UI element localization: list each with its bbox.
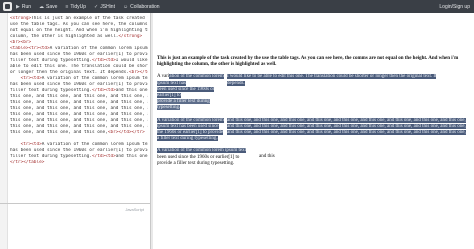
- pane-label: JavaScript: [125, 207, 144, 212]
- users-icon: ☺: [122, 3, 129, 10]
- collaboration-button[interactable]: ☺ Collaboration: [123, 0, 160, 13]
- play-icon: ▶: [16, 3, 20, 10]
- editor-gutter: [0, 13, 8, 203]
- app-logo-icon[interactable]: [3, 2, 12, 11]
- table-row-2: A variation of the common lorem ipsum te…: [157, 117, 467, 143]
- jshint-button[interactable]: ✓ JSHint: [94, 0, 115, 13]
- tidy-button[interactable]: ≡ TidyUp: [65, 0, 86, 13]
- intro-text: This is just an example of the task crea…: [157, 56, 459, 68]
- code-line[interactable]: [10, 196, 148, 202]
- table-row-3: A variation of the common lorem ipsum te…: [157, 148, 467, 167]
- result-content: This is just an example of the task crea…: [157, 56, 467, 173]
- row1-left-cell: A variation of the common lorem ipsum te…: [157, 74, 224, 111]
- row3-left-cell: A variation of the common lorem ipsum te…: [157, 148, 247, 166]
- tidy-icon: ≡: [65, 3, 69, 10]
- row2-left-cell: A variation of the common lorem ipsum te…: [157, 117, 224, 142]
- cloud-icon: ☁: [39, 3, 45, 10]
- row2-right-cell: and this one, and this one, and this one…: [227, 117, 466, 136]
- row3-right-cell: and this: [259, 154, 275, 160]
- html-code[interactable]: <strong>This is just an example of the t…: [10, 16, 148, 202]
- javascript-editor-pane[interactable]: JavaScript: [0, 204, 151, 249]
- row1-right-cell: I would like to be able to edit this one…: [227, 74, 437, 86]
- html-editor-pane[interactable]: <strong>This is just an example of the t…: [0, 13, 151, 204]
- code-line[interactable]: this one, and this one, and this one,<br…: [10, 130, 148, 136]
- table-row-1: A variation of the common lorem ipsum te…: [157, 74, 467, 111]
- login-link[interactable]: Login/Sign up: [439, 4, 470, 10]
- save-button[interactable]: ☁ Save: [39, 0, 57, 13]
- editor-gutter-js: [0, 204, 8, 249]
- top-toolbar: ▶ Run ☁ Save ≡ TidyUp ✓ JSHint ☺ Collaboratio…: [0, 0, 474, 13]
- run-button[interactable]: ▶ Run: [16, 0, 31, 13]
- result-pane[interactable]: This is just an example of the task crea…: [151, 13, 474, 249]
- check-icon: ✓: [94, 3, 99, 10]
